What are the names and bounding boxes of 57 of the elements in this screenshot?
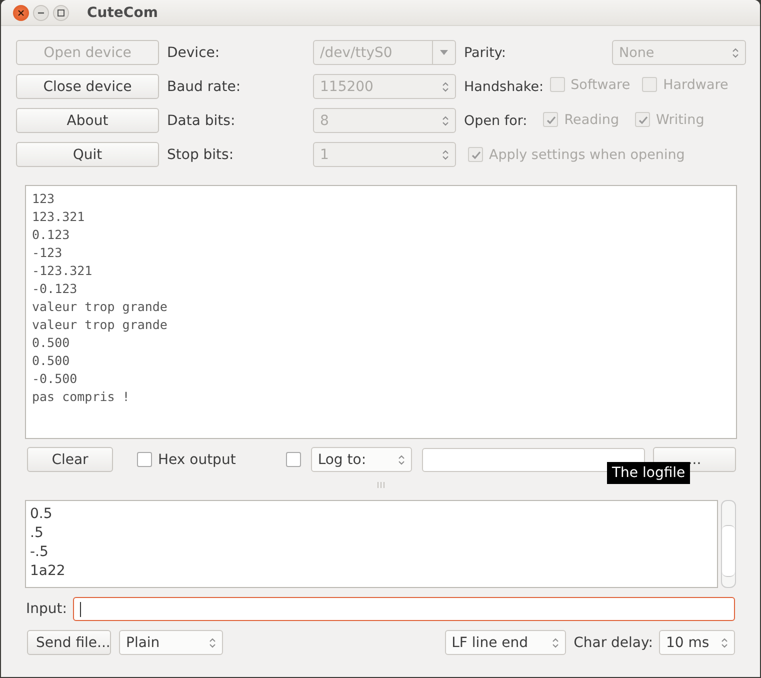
input-field[interactable] <box>72 597 735 621</box>
checkbox-label: Reading <box>564 112 620 128</box>
scrollbar[interactable] <box>721 500 736 588</box>
log-mode-select[interactable]: Log to: <box>310 447 412 472</box>
spin-arrows-icon[interactable] <box>552 636 559 648</box>
setting-label: Data bits: <box>167 112 236 128</box>
open-for-label: Open for: <box>464 112 528 128</box>
output-line: valeur trop grande <box>32 316 168 334</box>
send-file-button[interactable]: Send file... <box>27 630 111 655</box>
checkmark-icon <box>636 114 649 126</box>
checkbox-label: Apply settings when opening <box>489 146 685 162</box>
output-line: 0.500 <box>32 334 71 352</box>
setting-label: Baud rate: <box>167 78 242 94</box>
char-delay-label: Char delay: <box>574 634 653 650</box>
output-line: 0.500 <box>32 352 71 370</box>
close-icon[interactable] <box>13 4 29 20</box>
output-line: -123.321 <box>32 262 94 280</box>
spin-arrows-icon[interactable] <box>721 636 728 648</box>
parity-label: Parity: <box>464 44 506 60</box>
checkbox-label: Hex output <box>158 452 236 468</box>
action-button[interactable]: Quit <box>16 142 159 167</box>
output-line: -0.500 <box>32 370 78 388</box>
checkmark-icon <box>470 148 482 160</box>
checkmark-icon <box>544 114 557 126</box>
checkbox[interactable] <box>137 452 152 467</box>
setting-label: Device: <box>167 44 221 60</box>
spin-arrows-icon[interactable] <box>398 454 405 466</box>
output-line: 123.321 <box>32 208 86 226</box>
setting-label: Stop bits: <box>167 146 235 162</box>
output-line: 0.123 <box>32 226 71 244</box>
history-item[interactable]: -.5 <box>30 543 713 562</box>
output-line: 123 <box>32 190 56 208</box>
output-line: -0.123 <box>32 280 78 298</box>
checkbox-label: Software <box>570 76 630 93</box>
output-line: valeur trop grande <box>32 298 168 316</box>
checkbox-label: Writing <box>656 112 704 128</box>
line-end-select[interactable]: LF line end <box>444 630 566 655</box>
action-button[interactable]: About <box>16 108 159 133</box>
maximize-icon[interactable] <box>53 4 69 20</box>
format-select[interactable]: Plain <box>119 630 223 655</box>
splitter-handle-icon[interactable] <box>376 482 384 488</box>
spin-arrows-icon[interactable] <box>209 636 216 648</box>
window-title: CuteCom <box>87 4 158 20</box>
checkbox-label: Hardware <box>663 76 728 93</box>
char-delay-spin-box[interactable]: 10 ms <box>659 630 735 655</box>
handshake-label: Handshake: <box>464 78 544 94</box>
tooltip: The logfile <box>607 462 690 484</box>
output-line: -123 <box>32 244 64 262</box>
action-button[interactable]: Close device <box>16 74 159 99</box>
output-line: pas compris ! <box>32 388 131 406</box>
input-label: Input: <box>26 601 67 617</box>
checkbox[interactable] <box>286 452 301 467</box>
history-item[interactable]: 1a22 <box>30 562 713 581</box>
history-item[interactable]: .5 <box>30 524 713 543</box>
history-item[interactable]: 0.5 <box>30 505 713 524</box>
clear-button[interactable]: Clear <box>27 447 113 472</box>
minimize-icon[interactable] <box>33 4 49 20</box>
